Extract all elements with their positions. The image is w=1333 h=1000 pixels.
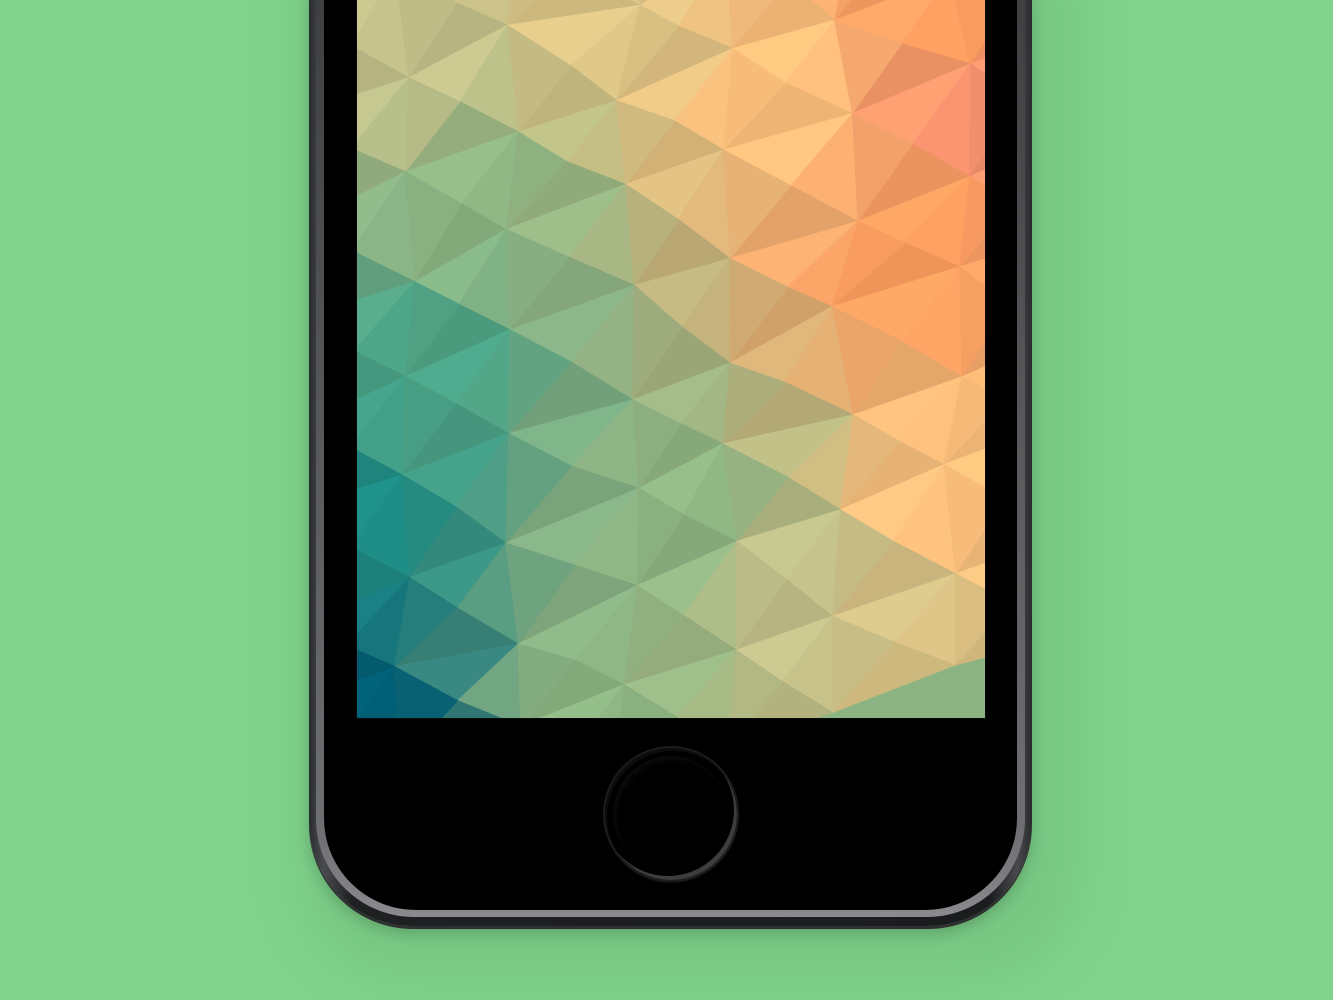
phone-screen	[357, 0, 985, 718]
low-poly-wallpaper	[357, 0, 985, 718]
scene	[0, 0, 1333, 1000]
home-button[interactable]	[603, 746, 739, 882]
